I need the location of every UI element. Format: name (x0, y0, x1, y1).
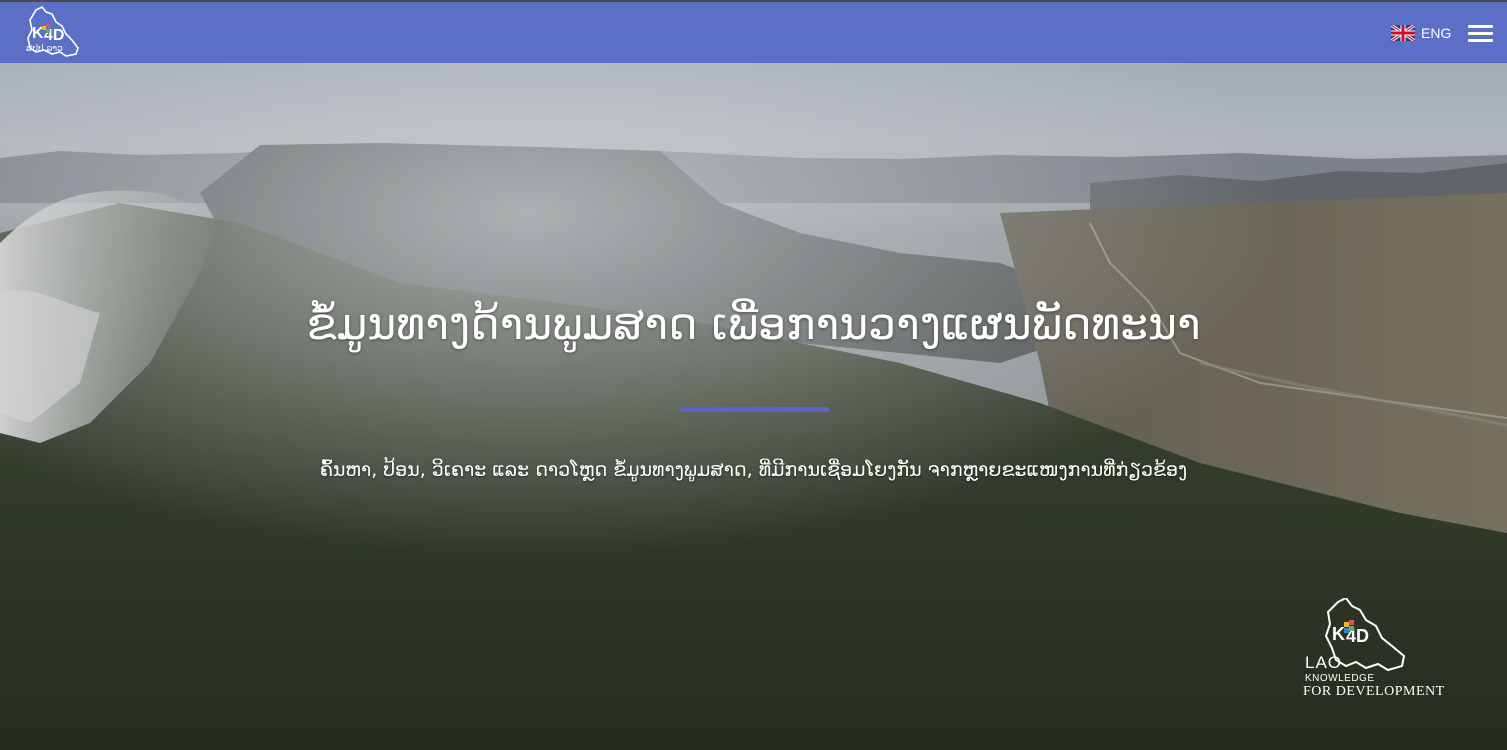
hero-title: ຂໍ້ມູນທາງດ້ານພູມສາດ ເພື່ອການວາງແຜນພັດທະນ… (306, 299, 1201, 350)
language-switch[interactable]: ENG (1391, 22, 1451, 44)
lao-k4d-wordmark: K 4D LAO KNOWLEDGE FOR DEVELOPMENT (1300, 598, 1444, 699)
language-label: ENG (1421, 25, 1452, 41)
logo-subtext: ສປປ ລາວ (26, 44, 63, 54)
uk-flag-icon (1391, 25, 1415, 41)
wordmark-line-1: LAO (1305, 653, 1343, 672)
hero-subtitle: ຄົ້ນຫາ, ປ້ອນ, ວິເຄາະ ແລະ ດາວໂຫຼດ ຂໍ້ມູນທ… (319, 459, 1188, 481)
hamburger-menu-icon[interactable] (1468, 22, 1494, 46)
svg-text:K: K (1332, 624, 1345, 644)
wordmark-line-3: FOR DEVELOPMENT (1303, 684, 1445, 699)
title-divider (680, 407, 829, 412)
site-logo[interactable]: K 4D ສປປ ລາວ (22, 4, 84, 60)
hero-banner: ຂໍ້ມູນທາງດ້ານພູມສາດ ເພື່ອການວາງແຜນພັດທະນ… (0, 63, 1507, 750)
wordmark-line-2: KNOWLEDGE (1305, 673, 1375, 684)
top-navbar: K 4D ສປປ ລາວ ENG (0, 2, 1507, 63)
